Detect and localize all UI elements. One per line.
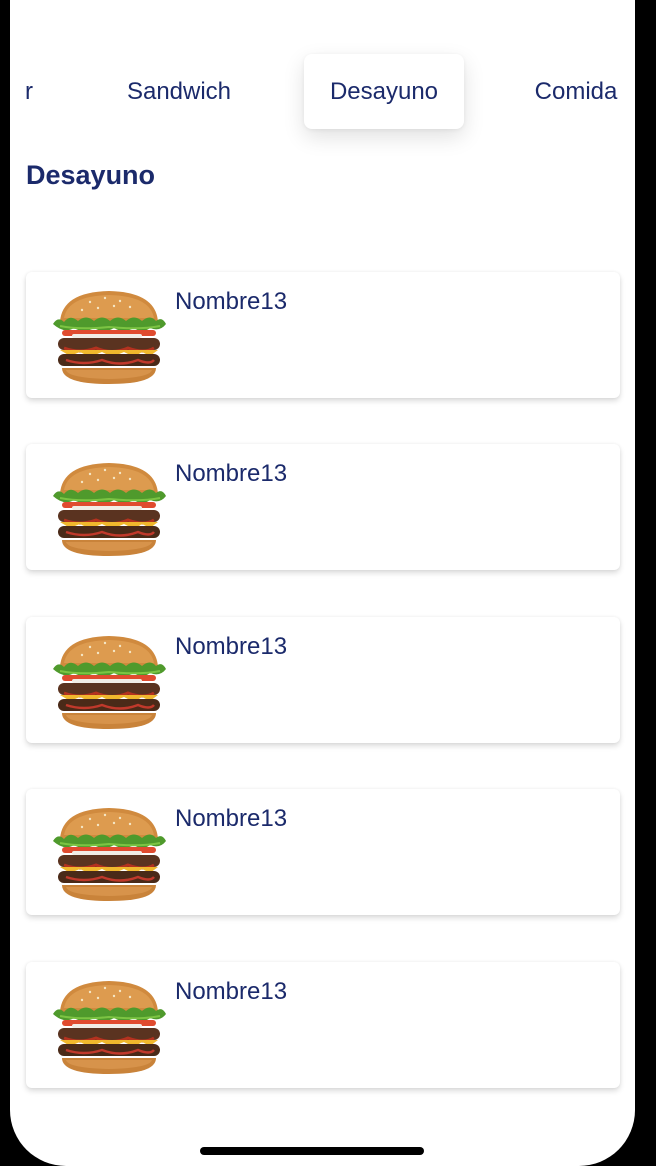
section-title: Desayuno: [26, 160, 156, 190]
burger-image: [50, 633, 168, 731]
tab-label: Desayuno: [329, 77, 439, 105]
app-screen: r Sandwich Desayuno Comida Desayuno Nomb…: [10, 0, 635, 1166]
list-item[interactable]: Nombre13: [26, 272, 620, 398]
item-name: Nombre13: [175, 633, 288, 660]
tab-label: Sandwich: [126, 77, 232, 105]
burger-image: [50, 288, 168, 386]
tab-label: Comida: [534, 77, 618, 105]
tab-partial-first[interactable]: r: [10, 54, 48, 129]
item-name: Nombre13: [175, 978, 288, 1005]
tab-label: r: [25, 77, 33, 105]
category-tabs: r Sandwich Desayuno Comida: [10, 54, 635, 130]
burger-image: [50, 805, 168, 903]
item-name: Nombre13: [175, 460, 288, 487]
item-name: Nombre13: [175, 288, 288, 315]
list-item[interactable]: Nombre13: [26, 617, 620, 743]
burger-image: [50, 460, 168, 558]
list-item[interactable]: Nombre13: [26, 962, 620, 1088]
home-indicator[interactable]: [200, 1147, 424, 1155]
list-item[interactable]: Nombre13: [26, 789, 620, 915]
tab-desayuno[interactable]: Desayuno: [304, 54, 464, 129]
burger-image: [50, 978, 168, 1076]
tab-sandwich[interactable]: Sandwich: [104, 54, 254, 129]
item-name: Nombre13: [175, 805, 288, 832]
tab-comida[interactable]: Comida: [520, 54, 632, 129]
list-item[interactable]: Nombre13: [26, 444, 620, 570]
